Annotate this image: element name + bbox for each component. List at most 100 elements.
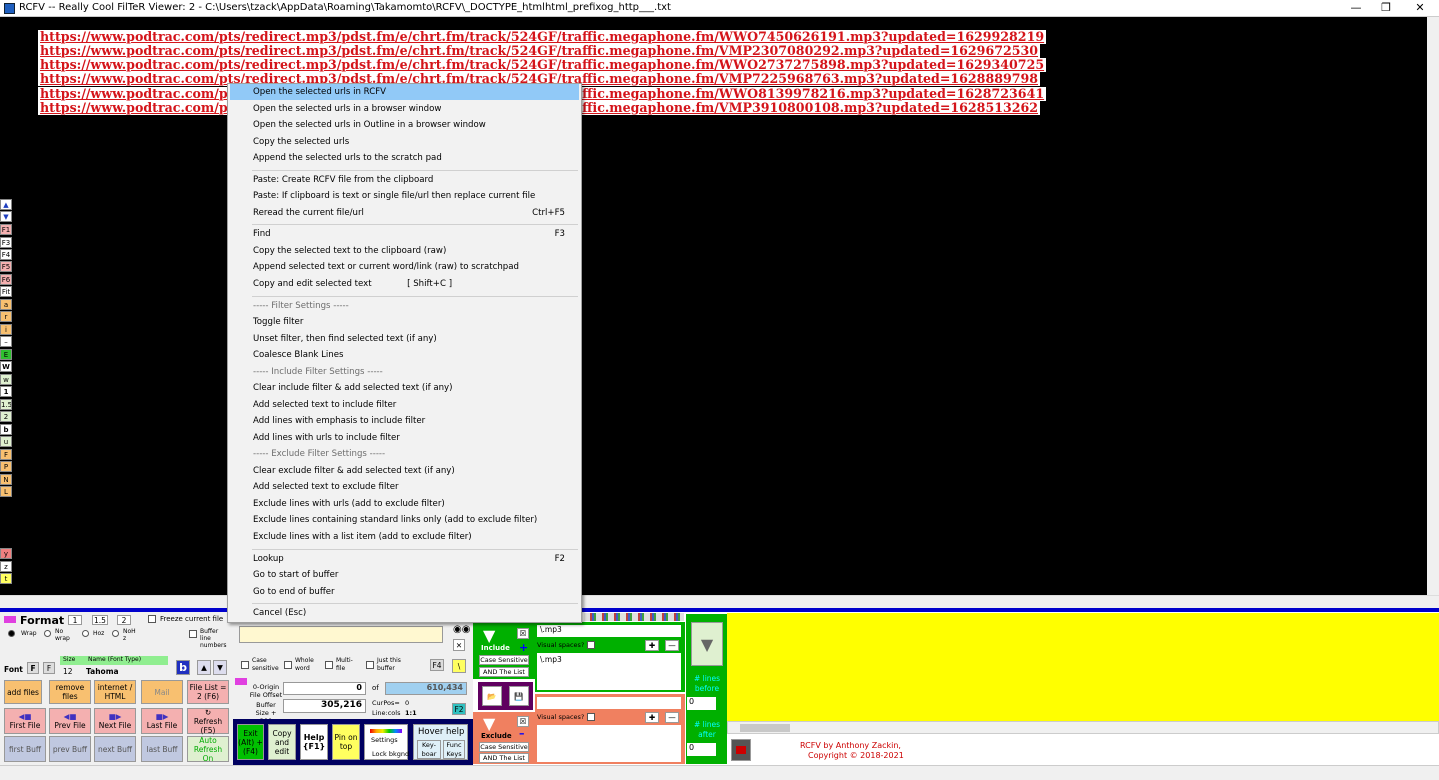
side-button-f3[interactable]: F3 [0, 237, 12, 248]
menu-item-add-include[interactable]: Add selected text to include filter [230, 397, 579, 413]
menu-item-append-urls[interactable]: Append the selected urls to the scratch … [230, 150, 579, 166]
f4-button[interactable]: F4 [430, 659, 444, 671]
backslash-button[interactable]: \ [452, 659, 466, 673]
include-add-icon[interactable]: ✚ [645, 640, 659, 651]
buffer-line-numbers-checkbox[interactable] [189, 630, 197, 638]
settings-button[interactable]: Settings Lock bkgnd [364, 724, 409, 760]
exit-button[interactable]: Exit (Alt) + (F4) [237, 724, 264, 760]
include-pattern-input[interactable]: \.mp3 [537, 625, 681, 637]
wrap-radio[interactable] [8, 630, 15, 637]
menu-item-find[interactable]: Find F3 [230, 226, 579, 242]
find-input[interactable] [239, 626, 443, 643]
copy-edit-button[interactable]: Copy and edit [268, 724, 296, 760]
scroll-down-icon[interactable]: ▼ [0, 211, 12, 222]
pin-on-top-button[interactable]: Pin on top [332, 724, 360, 760]
scratch-pad[interactable] [727, 613, 1439, 721]
format-tab-15[interactable]: 1.5 [92, 615, 108, 625]
exclude-pattern-input[interactable] [537, 697, 681, 709]
f2-button[interactable]: F2 [452, 703, 466, 715]
vertical-scrollbar[interactable] [1427, 17, 1439, 595]
menu-item-go-end[interactable]: Go to end of buffer [230, 584, 579, 600]
side-button-W[interactable]: W [0, 361, 12, 372]
menu-item-toggle-filter[interactable]: Toggle filter [230, 314, 579, 330]
menu-item-paste-create[interactable]: Paste: Create RCFV file from the clipboa… [230, 172, 579, 188]
first-buff-button[interactable]: first Buff [4, 736, 46, 762]
menu-item-open-rcfv[interactable]: Open the selected urls in RCFV [230, 84, 579, 100]
menu-item-copy-urls[interactable]: Copy the selected urls [230, 134, 579, 150]
exclude-list-text[interactable] [537, 725, 681, 762]
menu-item-reread[interactable]: Reread the current file/url Ctrl+F5 [230, 205, 579, 221]
side-button-b[interactable]: b [0, 424, 12, 435]
refresh-button[interactable]: ↻ Refresh (F5) [187, 708, 229, 735]
stop-icon[interactable] [731, 739, 751, 761]
menu-item-add-exclude[interactable]: Add selected text to exclude filter [230, 479, 579, 495]
just-this-buffer-checkbox[interactable] [366, 661, 374, 669]
last-buff-button[interactable]: last Buff [141, 736, 183, 762]
menu-item-coalesce[interactable]: Coalesce Blank Lines [230, 347, 579, 363]
no-hoz-radio[interactable] [112, 630, 119, 637]
freeze-checkbox[interactable] [148, 615, 156, 623]
side-button-15[interactable]: 1.5 [0, 399, 12, 410]
close-icon[interactable]: ✕ [1405, 0, 1435, 17]
include-funnel-icon[interactable]: ▼ [483, 626, 495, 645]
save-icon[interactable]: 💾 [509, 686, 529, 706]
include-visual-checkbox[interactable] [587, 641, 595, 649]
mail-button[interactable]: Mail [141, 680, 183, 704]
menu-item-copy-edit[interactable]: Copy and edit selected text [ Shift+C ] [230, 276, 579, 292]
prev-buff-button[interactable]: prev Buff [49, 736, 91, 762]
url-line[interactable]: https://www.podtrac.com/pts/redirect.mp3… [38, 30, 1047, 44]
menu-item-cancel[interactable]: Cancel (Esc) [230, 605, 579, 621]
side-button-dash[interactable]: – [0, 336, 12, 347]
add-files-button[interactable]: add files [4, 680, 42, 704]
exclude-and-list-button[interactable]: AND The List [479, 753, 529, 763]
include-remove-icon[interactable]: — [665, 640, 679, 651]
menu-item-clear-exclude[interactable]: Clear exclude filter & add selected text… [230, 463, 579, 479]
side-button-P[interactable]: P [0, 461, 12, 472]
menu-item-include-emphasis[interactable]: Add lines with emphasis to include filte… [230, 413, 579, 429]
menu-item-clear-include[interactable]: Clear include filter & add selected text… [230, 380, 579, 396]
menu-item-open-browser[interactable]: Open the selected urls in a browser wind… [230, 101, 579, 117]
side-button-fit[interactable]: Fit [0, 286, 12, 297]
scroll-up-icon[interactable]: ▲ [0, 199, 12, 210]
side-button-z[interactable]: z [0, 561, 12, 572]
format-tab-1[interactable]: 1 [68, 615, 82, 625]
internet-html-button[interactable]: internet / HTML [94, 680, 136, 704]
side-button-2[interactable]: 2 [0, 411, 12, 422]
url-line[interactable]: https://www.podtrac.com/pts/redirect.mp3… [38, 58, 1047, 72]
next-file-button[interactable]: ■▶ Next File [94, 708, 136, 734]
include-and-list-button[interactable]: AND The List [479, 667, 529, 677]
no-wrap-radio[interactable] [44, 630, 51, 637]
lines-before-input[interactable]: 0 [687, 697, 716, 710]
hover-help-label[interactable]: Hover help [418, 727, 464, 737]
menu-item-exclude-list-item[interactable]: Exclude lines with a list item (add to e… [230, 529, 579, 545]
scratch-hscrollbar[interactable] [727, 721, 1439, 734]
filter-toggle-icon[interactable]: ▼ [691, 622, 723, 666]
side-button-1[interactable]: 1 [0, 386, 12, 397]
func-keys-button[interactable]: Func Keys [443, 740, 465, 759]
file-list-button[interactable]: File List = 2 (F6) [187, 680, 229, 704]
menu-item-lookup[interactable]: Lookup F2 [230, 551, 579, 567]
side-button-w[interactable]: w [0, 374, 12, 385]
exclude-minus-icon[interactable]: – [519, 727, 525, 740]
first-file-button[interactable]: ◀■ First File [4, 708, 46, 734]
include-list-text[interactable]: \.mp3 [537, 653, 681, 690]
font-bigger-button[interactable]: F [27, 662, 39, 674]
prev-file-button[interactable]: ◀■ Prev File [49, 708, 91, 734]
scratch-scroll-thumb[interactable] [740, 724, 790, 732]
side-button-t[interactable]: t [0, 573, 12, 584]
buffer-size-value[interactable]: 305,216 [283, 699, 366, 713]
help-button[interactable]: Help {F1} [300, 724, 328, 760]
whole-word-checkbox[interactable] [284, 661, 292, 669]
remove-files-button[interactable]: remove files [49, 680, 91, 704]
menu-item-append-raw[interactable]: Append selected text or current word/lin… [230, 259, 579, 275]
side-button-a[interactable]: a [0, 299, 12, 310]
keyboard-button[interactable]: Key-boar [417, 740, 441, 759]
menu-item-unset-filter[interactable]: Unset filter, then find selected text (i… [230, 331, 579, 347]
exclude-clear-icon[interactable]: ☒ [517, 716, 529, 727]
exclude-case-sensitive-button[interactable]: Case Sensitive [479, 742, 529, 752]
page-down-icon[interactable]: ▼ [213, 660, 227, 675]
menu-item-copy-raw[interactable]: Copy the selected text to the clipboard … [230, 243, 579, 259]
clear-find-icon[interactable]: ✕ [453, 639, 465, 651]
menu-item-exclude-urls[interactable]: Exclude lines with urls (add to exclude … [230, 496, 579, 512]
exclude-funnel-icon[interactable]: ▼ [483, 714, 495, 733]
